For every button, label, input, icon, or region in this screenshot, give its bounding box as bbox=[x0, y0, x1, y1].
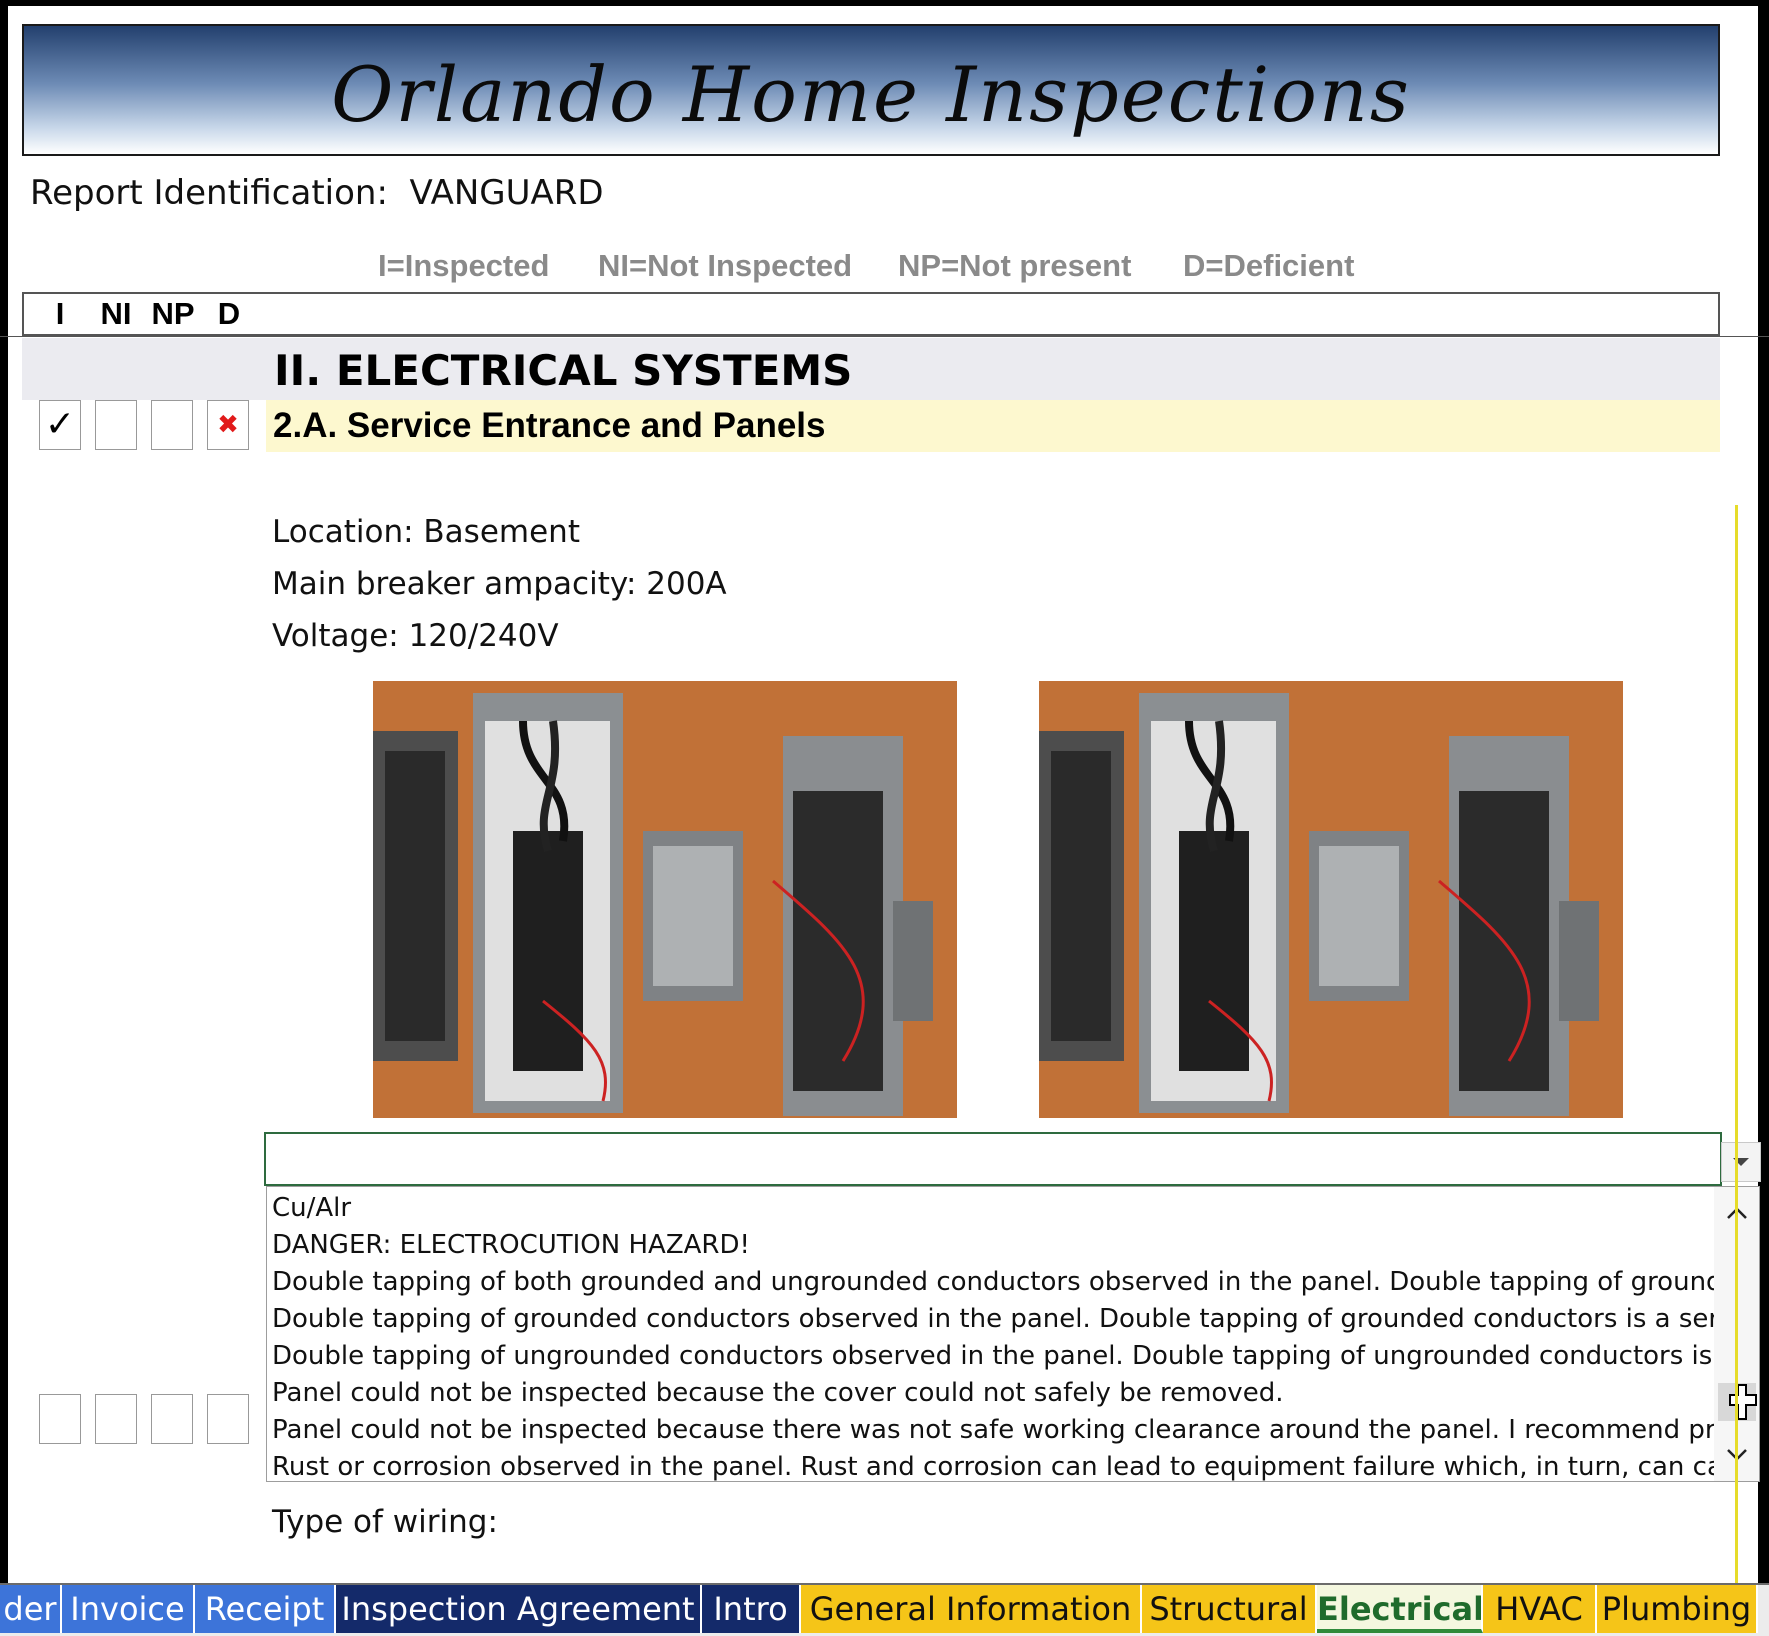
column-header-np: NP bbox=[151, 296, 195, 331]
dropdown-option[interactable]: Panel could not be inspected because the… bbox=[272, 1412, 1720, 1449]
tab-invoice[interactable]: Invoice bbox=[62, 1585, 195, 1633]
report-identification: Report Identification: VANGUARD bbox=[30, 173, 604, 213]
panel-photo-graphic bbox=[373, 681, 957, 1118]
checkbox-deficient[interactable]: ✖ bbox=[207, 400, 249, 450]
report-id-label: Report Identification: bbox=[30, 173, 388, 213]
checkbox-not-present-row2[interactable] bbox=[151, 1394, 193, 1444]
company-banner: Orlando Home Inspections bbox=[22, 24, 1720, 156]
tab-inspection-agreement[interactable]: Inspection Agreement bbox=[336, 1585, 702, 1633]
tab-structural[interactable]: Structural bbox=[1142, 1585, 1317, 1633]
check-icon: ✓ bbox=[44, 404, 76, 445]
dropdown-option[interactable]: Cu/Alr bbox=[272, 1190, 1720, 1227]
location-text: Location: Basement bbox=[272, 514, 580, 550]
tab-plumbing[interactable]: Plumbing bbox=[1597, 1585, 1758, 1633]
dropdown-option[interactable]: DANGER: ELECTROCUTION HAZARD! bbox=[272, 1227, 1720, 1264]
legend-not-present: NP=Not present bbox=[898, 248, 1132, 283]
sheet-scroll-accent bbox=[1735, 505, 1738, 1585]
checkbox-deficient-row2[interactable] bbox=[207, 1394, 249, 1444]
column-header-row bbox=[22, 292, 1720, 336]
checkbox-not-inspected[interactable] bbox=[95, 400, 137, 450]
tab-electrical[interactable]: Electrical bbox=[1317, 1585, 1483, 1633]
window-frame-left bbox=[0, 0, 8, 1590]
tab-intro[interactable]: Intro bbox=[702, 1585, 801, 1633]
dropdown-list[interactable]: Cu/Alr DANGER: ELECTROCUTION HAZARD! Dou… bbox=[266, 1186, 1760, 1482]
dropdown-option[interactable]: Double tapping of ungrounded conductors … bbox=[272, 1338, 1720, 1375]
voltage-text: Voltage: 120/240V bbox=[272, 618, 559, 654]
banner-title: Orlando Home Inspections bbox=[331, 49, 1411, 139]
legend-inspected: I=Inspected bbox=[378, 248, 550, 283]
window-frame-top bbox=[0, 0, 1769, 6]
column-header-d: D bbox=[217, 296, 241, 331]
panel-photo-graphic bbox=[1039, 681, 1623, 1118]
dropdown-option[interactable]: Double tapping of both grounded and ungr… bbox=[272, 1264, 1720, 1301]
x-mark-icon: ✖ bbox=[217, 410, 239, 440]
report-id-value: VANGUARD bbox=[409, 173, 604, 213]
section-title: II. ELECTRICAL SYSTEMS bbox=[274, 346, 853, 395]
move-cursor-icon bbox=[1729, 1384, 1757, 1420]
checkbox-inspected-row2[interactable] bbox=[39, 1394, 81, 1444]
dropdown-option[interactable]: Rust or corrosion observed in the panel.… bbox=[272, 1449, 1720, 1481]
type-of-wiring-label: Type of wiring: bbox=[272, 1504, 498, 1540]
sheet-gridline bbox=[0, 336, 1769, 337]
comment-dropdown-field[interactable] bbox=[264, 1132, 1722, 1186]
legend-deficient: D=Deficient bbox=[1183, 248, 1355, 283]
checkbox-not-present[interactable] bbox=[151, 400, 193, 450]
legend-not-inspected: NI=Not Inspected bbox=[598, 248, 853, 283]
dropdown-option[interactable]: Panel could not be inspected because the… bbox=[272, 1375, 1720, 1412]
tab-order-form[interactable]: der bbox=[0, 1585, 62, 1633]
column-header-ni: NI bbox=[100, 296, 132, 331]
dropdown-toggle-button[interactable] bbox=[1721, 1142, 1761, 1182]
dropdown-options: Cu/Alr DANGER: ELECTROCUTION HAZARD! Dou… bbox=[272, 1190, 1720, 1481]
checkbox-not-inspected-row2[interactable] bbox=[95, 1394, 137, 1444]
tab-hvac[interactable]: HVAC bbox=[1483, 1585, 1597, 1633]
dropdown-option[interactable]: Double tapping of grounded conductors ob… bbox=[272, 1301, 1720, 1338]
tab-receipt[interactable]: Receipt bbox=[195, 1585, 336, 1633]
electrical-panel-photo-1[interactable] bbox=[373, 681, 957, 1118]
tab-general-information[interactable]: General Information bbox=[801, 1585, 1142, 1633]
main-breaker-text: Main breaker ampacity: 200A bbox=[272, 566, 727, 602]
electrical-panel-photo-2[interactable] bbox=[1039, 681, 1623, 1118]
subsection-title: 2.A. Service Entrance and Panels bbox=[273, 406, 826, 445]
column-header-i: I bbox=[55, 296, 65, 331]
checkbox-inspected[interactable]: ✓ bbox=[39, 400, 81, 450]
